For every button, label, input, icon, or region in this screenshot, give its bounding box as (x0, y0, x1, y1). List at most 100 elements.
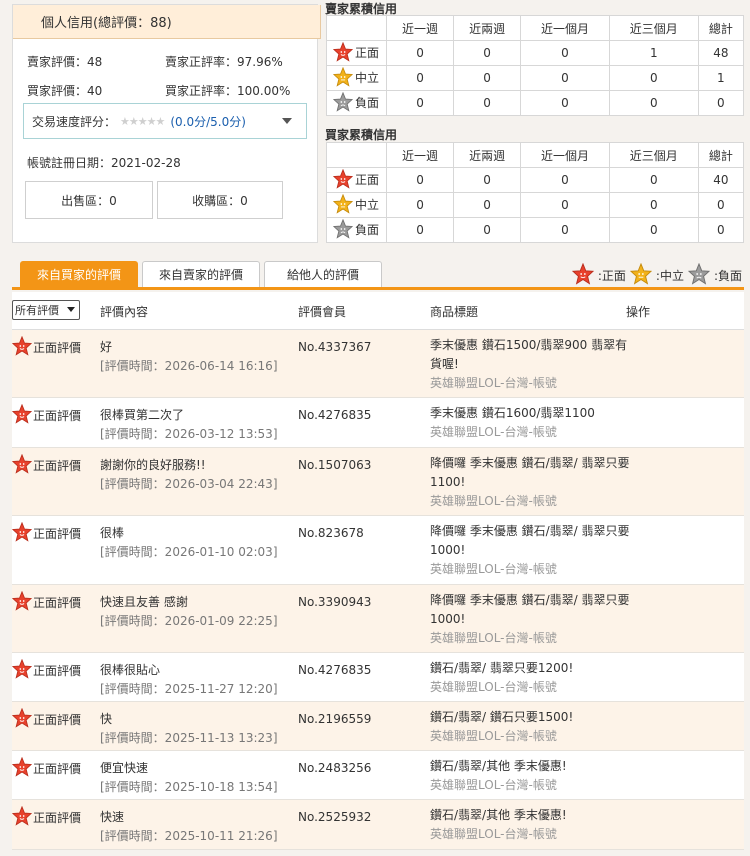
cell: 0 (608, 217, 699, 243)
row-label-text: 中立 (355, 197, 380, 212)
review-member[interactable]: No.4337367 (298, 338, 371, 357)
review-text: 很棒很貼心 (100, 663, 161, 677)
review-time: [評價時間：2026-03-12 13:53] (100, 427, 278, 441)
review-type-label: 正面評價 (33, 527, 82, 541)
review-time: [評價時間：2025-11-27 12:20] (100, 682, 278, 696)
row-label-text: 負面 (355, 95, 380, 110)
legend-positive: :正面 (597, 269, 626, 283)
review-text: 快速 (100, 810, 125, 824)
product-title-link[interactable]: 降價囉 季末優惠 鑽石/翡翠/ 翡翠只要1100! (430, 454, 630, 492)
review-product: 季末優惠 鑽石1500/翡翠900 翡翠有貨喔! 英雄聯盟LOL-台灣-帳號 (430, 336, 630, 393)
product-game: 英雄聯盟LOL-台灣-帳號 (430, 376, 557, 390)
tab-from-buyers[interactable]: 來自買家的評價 (20, 261, 138, 287)
cell: 1 (697, 65, 745, 91)
review-member[interactable]: No.2483256 (298, 759, 371, 778)
review-member[interactable]: No.823678 (298, 524, 364, 543)
cell: 1 (608, 40, 699, 66)
review-member[interactable]: No.3390943 (298, 593, 371, 612)
review-time: [評價時間：2026-06-14 16:16] (100, 359, 278, 373)
table-row: 正面評價 快 [評價時間：2025-11-13 13:23] No.2196559… (11, 702, 744, 751)
buyer-credit-table: 近一週 近兩週 近一個月 近三個月 總計 正面 0 0 0 0 40 中立 0 … (326, 142, 745, 243)
chevron-down-icon[interactable] (282, 118, 292, 124)
sale-zone-button[interactable]: 出售區：0 (25, 181, 153, 219)
review-type: 正面評價 (11, 403, 81, 427)
header-product: 商品標題 (430, 305, 479, 319)
review-content: 快 [評價時間：2025-11-13 13:23] (100, 710, 278, 748)
star-face-red-icon (11, 335, 33, 359)
product-title-link[interactable]: 鑽石/翡翠/ 翡翠只要1200! (430, 659, 630, 678)
table-row: 正面評價 很棒 [評價時間：2026-01-10 02:03] No.823678… (11, 516, 744, 585)
tab-from-sellers[interactable]: 來自賣家的評價 (142, 261, 260, 287)
table-row: 正面評價 快速且友善 感謝 [評價時間：2026-01-09 22:25] No.… (11, 585, 744, 653)
buyer-rating: 買家評價：40 (27, 84, 103, 98)
review-list: 正面評價 好 [評價時間：2026-06-14 16:16] No.4337367… (11, 330, 744, 850)
star-face-red-icon (11, 521, 33, 545)
review-tabs: 來自買家的評價 來自賣家的評價 給他人的評價 (20, 261, 382, 287)
cell: 0 (385, 40, 455, 66)
review-filter-value: 所有評價 (15, 304, 59, 317)
star-face-yellow-icon (629, 262, 653, 288)
product-title-link[interactable]: 降價囉 季末優惠 鑽石/翡翠/ 翡翠只要1000! (430, 591, 630, 629)
product-title-link[interactable]: 鑽石/翡翠/其他 季末優惠! (430, 757, 630, 776)
review-list-header: 所有評價 評價內容 評價會員 商品標題 操作 (12, 292, 744, 330)
review-filter-select[interactable]: 所有評價 (12, 300, 80, 320)
star-face-red-icon (332, 41, 354, 65)
personal-credit-title: 個人信用(總評價：88) (13, 5, 321, 39)
review-type-label: 正面評價 (33, 811, 82, 825)
row-label-text: 正面 (355, 45, 380, 60)
review-text: 很棒 (100, 526, 125, 540)
star-face-red-icon (11, 403, 33, 427)
product-title-link[interactable]: 季末優惠 鑽石1600/翡翠1100 (430, 404, 630, 423)
review-member[interactable]: No.1507063 (298, 456, 371, 475)
review-type-label: 正面評價 (33, 459, 82, 473)
review-product: 降價囉 季末優惠 鑽石/翡翠/ 翡翠只要1000! 英雄聯盟LOL-台灣-帳號 (430, 591, 630, 648)
review-type: 正面評價 (11, 590, 81, 614)
corner-cell (326, 142, 387, 168)
legend-negative: :負面 (713, 269, 742, 283)
cell: 0 (697, 192, 745, 218)
buy-zone-button[interactable]: 收購區：0 (157, 181, 283, 219)
cell: 0 (453, 40, 522, 66)
review-time: [評價時間：2026-01-10 02:03] (100, 545, 278, 559)
trade-speed-dropdown[interactable]: 交易速度評分： ★★★★★ (0.0分/5.0分) (23, 103, 307, 139)
table-row: 正面評價 謝謝你的良好服務!! [評價時間：2026-03-04 22:43] N… (11, 448, 744, 516)
table-row: 正面評價 快速 [評價時間：2025-10-11 21:26] No.252593… (11, 800, 744, 850)
product-title-link[interactable]: 季末優惠 鑽石1500/翡翠900 翡翠有貨喔! (430, 336, 630, 374)
star-face-yellow-icon (332, 66, 354, 90)
row-label-negative: 負面 (326, 90, 387, 116)
cell: 0 (520, 192, 610, 218)
review-member[interactable]: No.2196559 (298, 710, 371, 729)
row-label-text: 正面 (355, 172, 380, 187)
table-row: 負面 0 0 0 0 0 (326, 90, 745, 116)
review-text: 快 (100, 712, 113, 726)
cell: 0 (453, 167, 522, 193)
star-face-red-icon (11, 805, 33, 829)
tab-underline (12, 287, 744, 290)
review-time: [評價時間：2025-10-11 21:26] (100, 829, 278, 843)
review-content: 很棒 [評價時間：2026-01-10 02:03] (100, 524, 278, 562)
review-type: 正面評價 (11, 658, 81, 682)
row-label-text: 負面 (355, 222, 380, 237)
star-face-red-icon (571, 262, 595, 288)
review-member[interactable]: No.4276835 (298, 406, 371, 425)
buyer-positive-rate: 買家正評率：100.00% (165, 84, 291, 98)
table-header-row: 近一週 近兩週 近一個月 近三個月 總計 (326, 142, 745, 168)
review-text: 很棒買第二次了 (100, 408, 185, 422)
col-header: 近一週 (385, 15, 455, 41)
product-title-link[interactable]: 降價囉 季末優惠 鑽石/翡翠/ 翡翠只要1000! (430, 522, 630, 560)
cell: 0 (385, 167, 455, 193)
review-time: [評價時間：2025-10-18 13:54] (100, 780, 278, 794)
trade-speed-label: 交易速度評分： (32, 114, 117, 129)
col-header: 總計 (697, 15, 745, 41)
product-title-link[interactable]: 鑽石/翡翠/ 鑽石只要1500! (430, 708, 630, 727)
table-row: 正面 0 0 0 1 48 (326, 40, 745, 66)
review-content: 快速 [評價時間：2025-10-11 21:26] (100, 808, 278, 846)
tab-given-to-others[interactable]: 給他人的評價 (264, 261, 382, 287)
review-type-label: 正面評價 (33, 713, 82, 727)
review-type: 正面評價 (11, 805, 82, 829)
review-member[interactable]: No.4276835 (298, 661, 371, 680)
personal-credit-panel: 個人信用(總評價：88) 賣家評價：48 賣家正評率：97.96% 買家評價：4… (12, 4, 321, 243)
product-title-link[interactable]: 鑽石/翡翠/其他 季末優惠! (430, 806, 630, 825)
review-member[interactable]: No.2525932 (298, 808, 371, 827)
product-game: 英雄聯盟LOL-台灣-帳號 (430, 729, 557, 743)
